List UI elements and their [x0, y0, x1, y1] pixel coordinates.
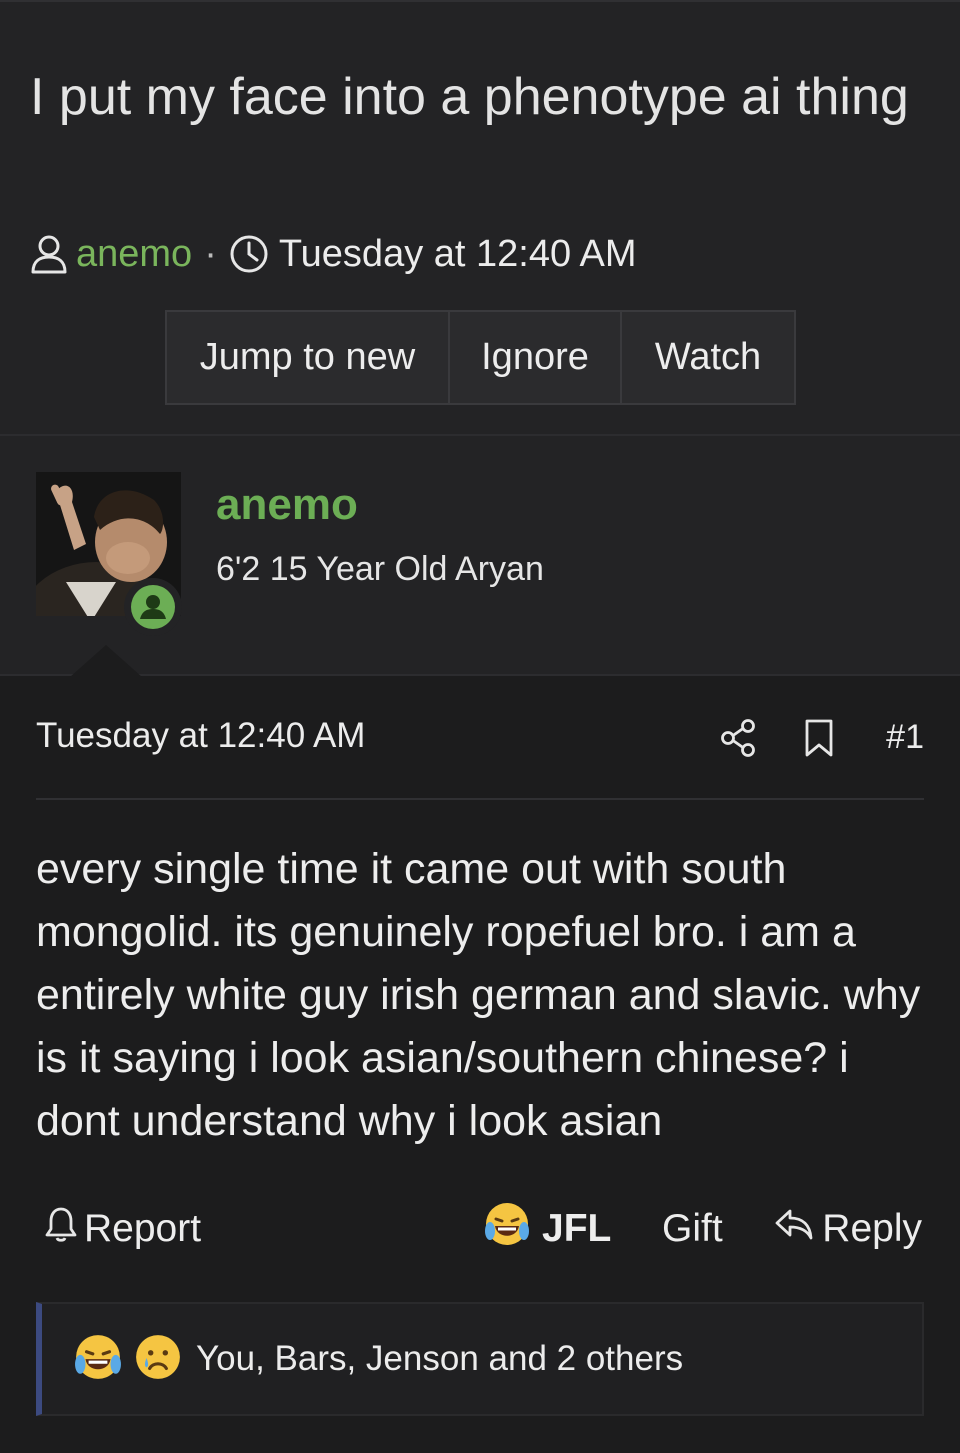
message-pointer: [70, 645, 142, 677]
thread-author-link[interactable]: anemo: [76, 233, 192, 276]
post-header: Tuesday at 12:40 AM #1: [36, 712, 924, 764]
laughing-crying-emoji: [74, 1333, 122, 1386]
ignore-button[interactable]: Ignore: [450, 312, 622, 403]
report-button[interactable]: Report: [44, 1200, 201, 1258]
jump-to-new-button[interactable]: Jump to new: [167, 312, 450, 403]
thread-button-group: Jump to new Ignore Watch: [165, 310, 796, 405]
report-label: Report: [84, 1207, 202, 1250]
post-actions: Report JFL Gift Reply: [36, 1200, 922, 1258]
clock-icon: [229, 234, 269, 274]
thread-header: I put my face into a phenotype ai thing …: [0, 0, 960, 436]
reaction-label: JFL: [542, 1207, 612, 1250]
reply-arrow-icon: [774, 1205, 822, 1253]
post-date[interactable]: Tuesday at 12:40 AM: [36, 716, 365, 756]
reactions-summary: You, Bars, Jenson and 2 others: [196, 1339, 684, 1378]
thread-meta: anemo · Tuesday at 12:40 AM: [30, 228, 637, 280]
reply-label: Reply: [822, 1207, 922, 1250]
post-number-link[interactable]: #1: [886, 718, 924, 757]
bookmark-icon[interactable]: [804, 718, 834, 763]
post-divider: [36, 798, 924, 800]
post-body: every single time it came out with south…: [36, 845, 921, 1145]
reply-button[interactable]: Reply: [774, 1200, 922, 1258]
thread-title: I put my face into a phenotype ai thing: [30, 68, 909, 126]
sad-crying-emoji: [134, 1333, 182, 1386]
watch-button[interactable]: Watch: [622, 312, 794, 403]
thread-date[interactable]: Tuesday at 12:40 AM: [279, 233, 637, 276]
bell-icon: [44, 1205, 84, 1253]
user-title: 6'2 15 Year Old Aryan: [216, 550, 544, 588]
meta-separator: ·: [204, 232, 217, 275]
share-icon[interactable]: [720, 718, 756, 763]
laughing-crying-emoji: [484, 1201, 530, 1257]
reactions-bar[interactable]: You, Bars, Jenson and 2 others: [36, 1302, 924, 1416]
post-user-block: anemo 6'2 15 Year Old Aryan: [0, 436, 960, 676]
user-icon: [30, 234, 68, 274]
react-button[interactable]: JFL: [484, 1200, 611, 1258]
post-username[interactable]: anemo: [216, 480, 358, 530]
online-status-icon: [124, 578, 182, 636]
gift-button[interactable]: Gift: [662, 1200, 723, 1258]
